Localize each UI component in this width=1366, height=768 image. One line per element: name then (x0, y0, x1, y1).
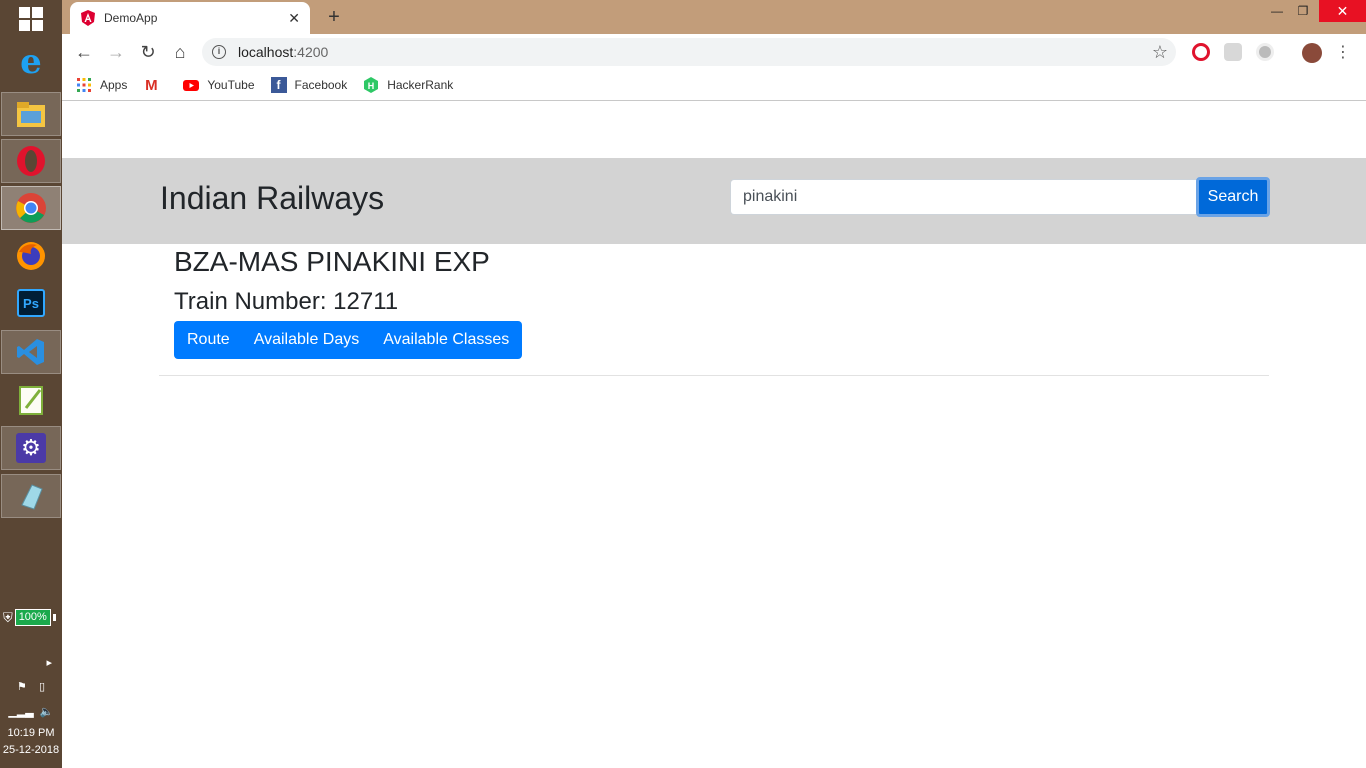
train-actions-group: Route Available Days Available Classes (174, 321, 523, 359)
battery-level: 100% (14, 609, 51, 626)
windows-start-button[interactable] (0, 0, 62, 38)
chevron-right-icon: ▸ (46, 657, 52, 669)
taskbar-eraser-app[interactable] (1, 474, 61, 518)
minimize-button[interactable]: — (1264, 0, 1290, 22)
search-button[interactable]: Search (1196, 177, 1270, 217)
angular-icon (81, 10, 95, 26)
vscode-icon (17, 339, 44, 365)
bookmark-youtube[interactable]: YouTube (183, 77, 255, 93)
available-classes-button[interactable]: Available Classes (371, 321, 521, 359)
internet-explorer-icon: e (20, 42, 42, 82)
taskbar-vscode[interactable] (1, 330, 61, 374)
url-port: :4200 (293, 44, 329, 60)
brand-title: Indian Railways (160, 180, 385, 216)
bookmark-star-icon[interactable]: ☆ (1152, 42, 1168, 63)
windows-taskbar: e Ps ⚙ ⛨ 100% ▸ ⚑ ▯ ▁▂▃ 🔈 10:19 PM 25-12… (0, 0, 62, 768)
address-bar[interactable]: i localhost:4200 ☆ (202, 38, 1176, 66)
taskbar-chrome[interactable] (1, 186, 61, 230)
circle-extension-icon[interactable] (1256, 43, 1274, 61)
window-close-button[interactable]: ✕ (1319, 0, 1366, 22)
tray-expand-button[interactable]: ▸ (0, 656, 62, 669)
youtube-icon (183, 80, 200, 91)
chrome-menu-icon[interactable]: ⋮ (1335, 42, 1351, 62)
firefox-icon (17, 242, 45, 270)
clock-date[interactable]: 25-12-2018 (0, 744, 62, 756)
device-icon[interactable]: ▯ (39, 681, 45, 693)
hackerrank-icon: H (364, 77, 379, 93)
app-header: Indian Railways Search (62, 158, 1366, 244)
shield-icon: ⛨ (3, 609, 13, 625)
action-center-flag-icon[interactable]: ⚑ (17, 681, 27, 693)
new-tab-button[interactable]: + (322, 6, 346, 30)
tab-title: DemoApp (104, 11, 158, 25)
volume-icon[interactable]: 🔈 (40, 706, 54, 718)
opera-icon (17, 146, 45, 176)
reload-icon[interactable]: ↻ (136, 40, 160, 64)
search-input[interactable] (730, 179, 1198, 215)
bookmark-apps[interactable]: Apps (76, 77, 127, 93)
divider (159, 375, 1269, 376)
bookmark-label: YouTube (207, 78, 255, 92)
facebook-icon: f (270, 77, 287, 93)
bookmark-hackerrank[interactable]: H HackerRank (363, 77, 453, 93)
taskbar-file-explorer[interactable] (1, 92, 61, 136)
train-number: Train Number: 12711 (174, 288, 399, 315)
page-viewport: Indian Railways Search BZA-MAS PINAKINI … (62, 102, 1366, 768)
battery-indicator[interactable]: ⛨ 100% (3, 609, 56, 626)
available-days-button[interactable]: Available Days (242, 321, 372, 359)
browser-tab-strip: DemoApp ✕ + — ❐ ✕ (62, 0, 1366, 34)
train-name: BZA-MAS PINAKINI EXP (174, 246, 490, 277)
restore-button[interactable]: ❐ (1290, 0, 1316, 22)
tab-close-icon[interactable]: ✕ (288, 10, 300, 27)
route-button[interactable]: Route (175, 321, 242, 359)
tray-icons-row-2: ▁▂▃ 🔈 (0, 705, 62, 718)
taskbar-firefox[interactable] (1, 234, 61, 278)
taskbar-notepad-plus-plus[interactable] (1, 378, 61, 422)
svg-text:H: H (368, 81, 375, 91)
bookmarks-bar: Apps M YouTube f Facebook H HackerRank (62, 70, 1366, 101)
opera-extension-icon[interactable] (1192, 43, 1210, 61)
bookmark-label: HackerRank (387, 78, 454, 92)
bookmark-facebook[interactable]: f Facebook (270, 77, 348, 93)
bookmark-label: Apps (100, 78, 128, 92)
url-host: localhost (238, 44, 294, 60)
taskbar-photoshop[interactable]: Ps (1, 281, 61, 325)
file-explorer-icon (17, 102, 45, 127)
windows-logo-icon (19, 7, 43, 31)
apps-grid-icon (77, 78, 91, 92)
tray-icons-row-1: ⚑ ▯ (0, 680, 62, 693)
home-icon[interactable]: ⌂ (168, 40, 192, 64)
settings-gear-icon: ⚙ (16, 433, 46, 463)
taskbar-settings[interactable]: ⚙ (1, 426, 61, 470)
battery-tip (52, 614, 56, 621)
chrome-icon (16, 193, 46, 223)
profile-avatar[interactable] (1302, 43, 1322, 63)
taskbar-opera[interactable] (1, 139, 61, 183)
taskbar-internet-explorer[interactable]: e (1, 40, 61, 84)
shield-extension-icon[interactable] (1224, 43, 1242, 61)
browser-toolbar: ← → ↻ ⌂ i localhost:4200 ☆ ⋮ (62, 34, 1366, 70)
bookmark-gmail[interactable]: M (143, 76, 167, 94)
forward-arrow-icon[interactable]: → (104, 40, 128, 64)
site-info-icon[interactable]: i (212, 45, 226, 59)
notepad-plus-plus-icon (19, 386, 43, 415)
photoshop-icon: Ps (17, 289, 45, 317)
bookmark-label: Facebook (294, 78, 348, 92)
back-arrow-icon[interactable]: ← (72, 40, 96, 64)
gmail-icon: M (145, 76, 158, 94)
browser-tab[interactable]: DemoApp ✕ (70, 2, 310, 34)
network-signal-icon[interactable]: ▁▂▃ (8, 706, 33, 718)
clock-time[interactable]: 10:19 PM (0, 727, 62, 739)
eraser-app-icon (21, 484, 43, 510)
